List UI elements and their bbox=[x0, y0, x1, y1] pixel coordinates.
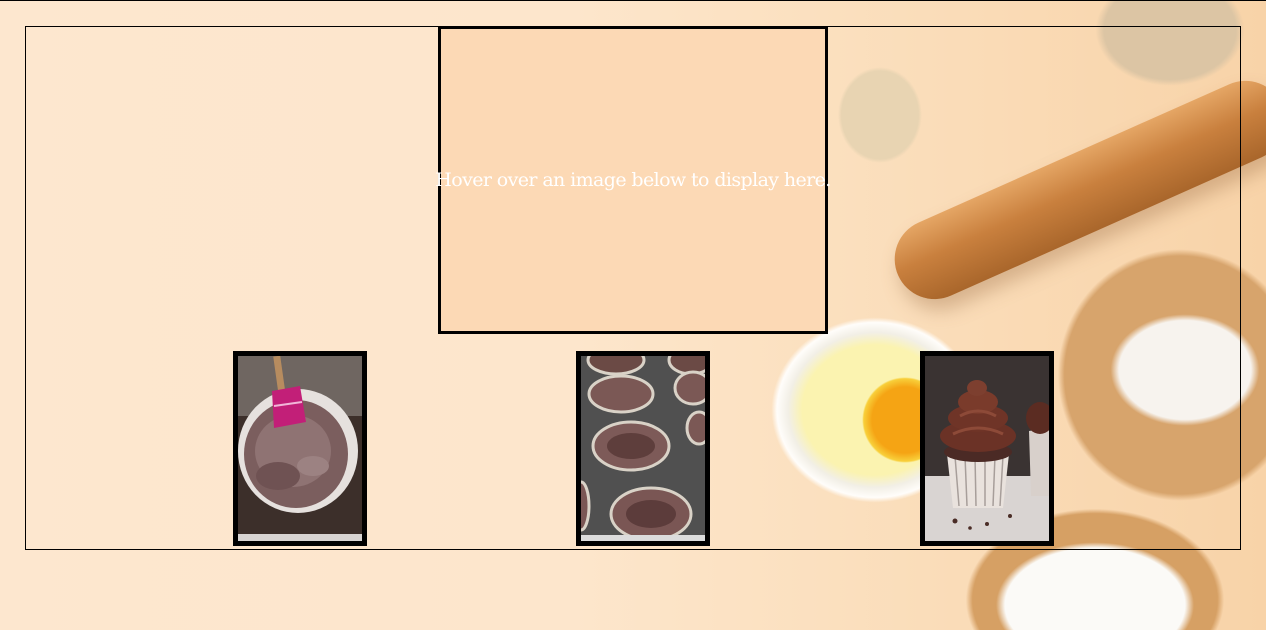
thumbnail-cupcake-tin[interactable] bbox=[576, 351, 710, 546]
frosted-cupcake-image bbox=[925, 356, 1049, 541]
top-border-line bbox=[0, 0, 1266, 1]
display-message: Hover over an image below to display her… bbox=[435, 169, 831, 191]
batter-bowl-image bbox=[238, 356, 362, 541]
image-display-area: Hover over an image below to display her… bbox=[435, 26, 831, 334]
cupcake-tin-image bbox=[581, 356, 705, 541]
thumbnail-frosted-cupcake[interactable] bbox=[920, 351, 1054, 546]
thumbnail-batter-bowl[interactable] bbox=[233, 351, 367, 546]
